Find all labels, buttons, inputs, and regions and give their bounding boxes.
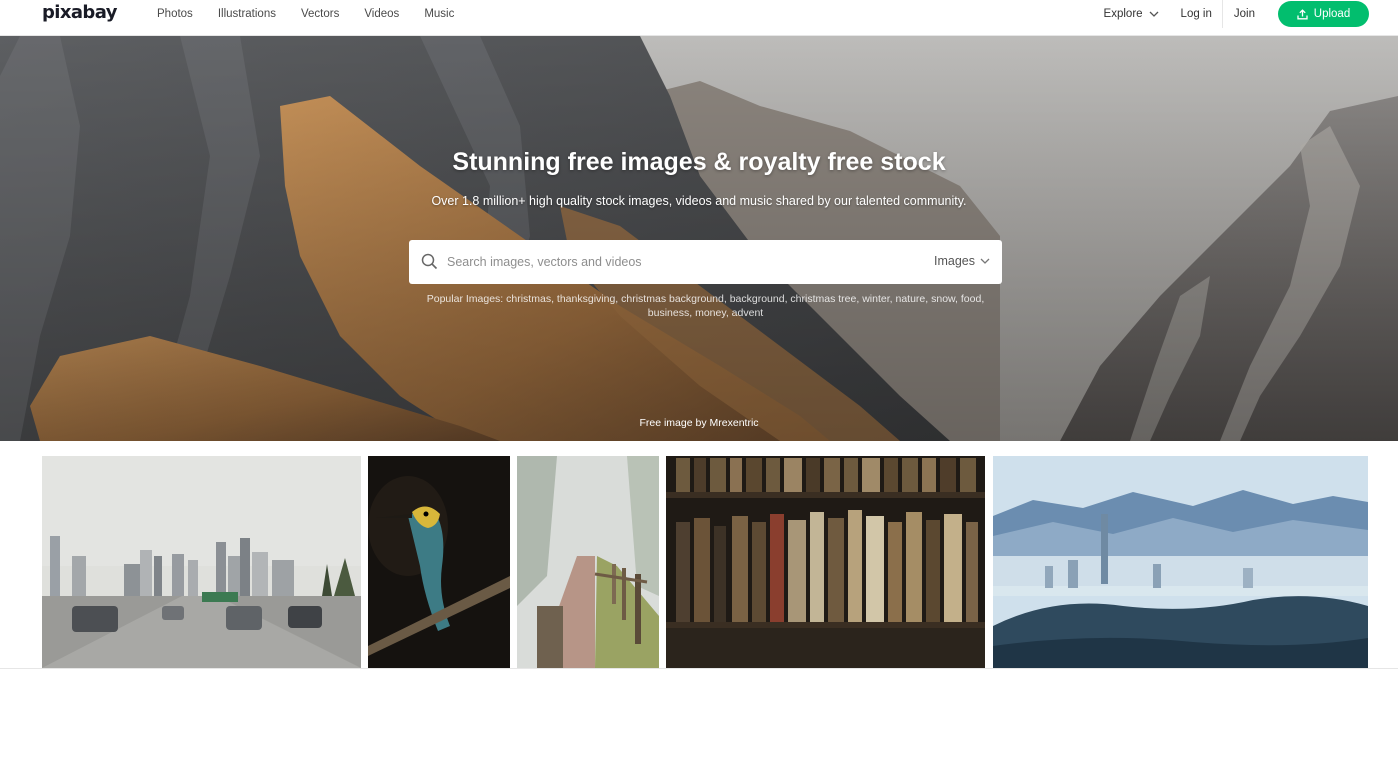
nav-divider	[1221, 0, 1223, 28]
foggy-path-image	[517, 456, 659, 668]
login-link[interactable]: Log in	[1181, 8, 1212, 20]
search-type-dropdown[interactable]: Images	[934, 254, 990, 268]
hero-title: Stunning free images & royalty free stoc…	[452, 148, 946, 176]
search-type-label: Images	[934, 254, 975, 268]
gallery-thumb-old-books[interactable]	[666, 456, 985, 668]
pixabay-logo[interactable]: pixabay	[42, 2, 117, 23]
search-icon	[421, 253, 438, 270]
popular-tag-background[interactable]: background	[730, 293, 785, 305]
popular-tag-nature[interactable]: nature	[895, 293, 925, 305]
search-bar: Images	[409, 240, 1002, 284]
credit-prefix: Free image by	[639, 417, 707, 429]
nav-link-videos[interactable]: Videos	[364, 8, 399, 20]
nav-right-actions: Explore Log in Join Upload	[1104, 0, 1369, 28]
popular-tag-christmas-tree[interactable]: christmas tree	[790, 293, 856, 305]
upload-label: Upload	[1313, 8, 1351, 20]
city-highway-image	[42, 456, 361, 668]
explore-menu-button[interactable]: Explore	[1104, 8, 1159, 20]
popular-tag-business[interactable]: business	[648, 307, 689, 319]
chevron-down-icon	[980, 258, 990, 264]
gallery-thumb-foggy-path[interactable]	[517, 456, 659, 668]
popular-tag-christmas[interactable]: christmas	[506, 293, 551, 305]
top-navigation-bar: pixabay Photos Illustrations Vectors Vid…	[0, 0, 1398, 36]
hero-banner: Stunning free images & royalty free stoc…	[0, 36, 1398, 441]
image-gallery	[0, 441, 1398, 669]
gallery-thumb-city-highway[interactable]	[42, 456, 361, 668]
gallery-thumb-misty-skyline[interactable]	[993, 456, 1368, 668]
popular-tag-christmas-background[interactable]: christmas background	[621, 293, 724, 305]
misty-skyline-image	[993, 456, 1368, 668]
nav-link-photos[interactable]: Photos	[157, 8, 193, 20]
popular-tags: Popular Images: christmas, thanksgiving,…	[426, 293, 985, 319]
popular-tag-food[interactable]: food	[961, 293, 981, 305]
popular-tag-snow[interactable]: snow	[931, 293, 955, 305]
upload-icon	[1297, 8, 1308, 19]
image-credit: Free image by Mrexentric	[0, 417, 1398, 429]
search-input[interactable]	[445, 250, 905, 274]
popular-tag-money[interactable]: money	[695, 307, 726, 319]
chevron-down-icon	[1149, 11, 1159, 17]
popular-tag-advent[interactable]: advent	[732, 307, 764, 319]
explore-label: Explore	[1103, 8, 1143, 20]
upload-button[interactable]: Upload	[1278, 1, 1369, 27]
join-link[interactable]: Join	[1234, 8, 1255, 20]
popular-tag-winter[interactable]: winter	[862, 293, 889, 305]
hero-subtitle: Over 1.8 million+ high quality stock ima…	[431, 194, 967, 208]
bird-image	[368, 456, 510, 668]
content-divider	[0, 668, 1398, 669]
nav-link-vectors[interactable]: Vectors	[301, 8, 339, 20]
nav-link-music[interactable]: Music	[424, 8, 454, 20]
hero-background-mountains	[0, 36, 1398, 441]
popular-prefix: Popular Images:	[426, 293, 504, 305]
old-books-image	[666, 456, 985, 668]
main-nav-links: Photos Illustrations Vectors Videos Musi…	[157, 0, 479, 28]
gallery-thumb-bird[interactable]	[368, 456, 510, 668]
credit-author-link[interactable]: Mrexentric	[710, 417, 759, 429]
nav-link-illustrations[interactable]: Illustrations	[218, 8, 276, 20]
popular-tag-thanksgiving[interactable]: thanksgiving	[557, 293, 615, 305]
